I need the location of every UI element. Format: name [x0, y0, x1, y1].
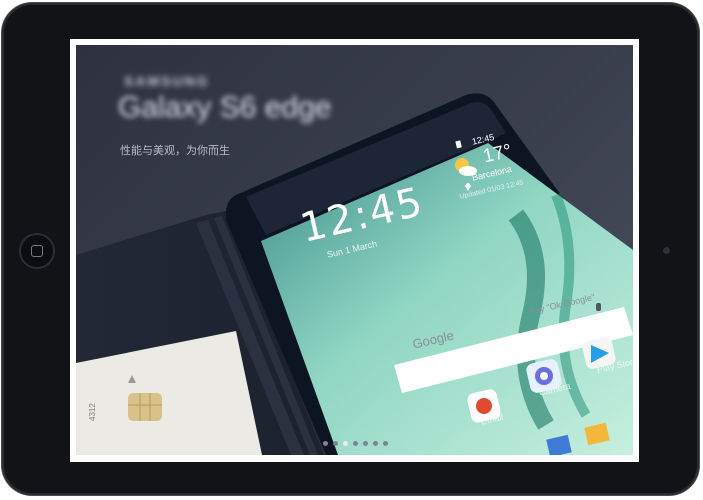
card-chip: [128, 393, 162, 421]
carousel-dot[interactable]: [353, 441, 358, 446]
home-button[interactable]: [19, 233, 55, 269]
tablet-screen: SAMSUNG Galaxy S6 edge 性能与美观，为你而生 12:45 …: [70, 39, 639, 462]
card-number: 4312: [88, 403, 97, 421]
carousel-dot[interactable]: [323, 441, 328, 446]
tablet-frame: SAMSUNG Galaxy S6 edge 性能与美观，为你而生 12:45 …: [2, 3, 699, 495]
carousel-dot[interactable]: [383, 441, 388, 446]
carousel-slide[interactable]: SAMSUNG Galaxy S6 edge 性能与美观，为你而生 12:45 …: [76, 45, 633, 455]
carousel-dot[interactable]: [373, 441, 378, 446]
carousel-pagination: [323, 441, 388, 446]
front-camera: [663, 247, 670, 254]
mic-icon: [596, 303, 601, 311]
carousel-dot[interactable]: [363, 441, 368, 446]
carousel-dot-active[interactable]: [343, 441, 348, 446]
carousel-dot[interactable]: [333, 441, 338, 446]
